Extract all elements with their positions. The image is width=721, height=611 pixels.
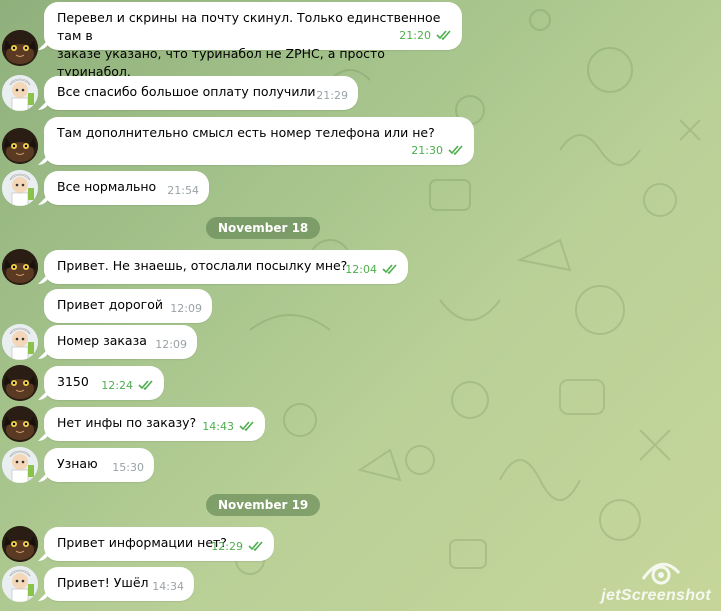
message-bubble[interactable]: Узнаю 15:30 — [44, 448, 154, 482]
message-bubble[interactable]: Привет дорогой 12:09 — [44, 289, 212, 323]
message-bubble[interactable]: 3150 12:24 — [44, 366, 164, 400]
message-bubble[interactable]: Номер заказа 12:09 — [44, 325, 197, 359]
message-timestamp: 12:09 — [155, 338, 187, 351]
avatar-cat[interactable] — [2, 365, 38, 401]
message-timestamp: 12:24 — [101, 379, 133, 392]
date-divider-nov-18: November 18 — [206, 217, 321, 239]
avatar-cat[interactable] — [2, 30, 38, 66]
watermark: jetScreenshot — [601, 587, 711, 604]
message-bubble[interactable]: Там дополнительно смысл есть номер телеф… — [44, 117, 474, 165]
message-timestamp: 14:43 — [202, 420, 234, 433]
date-divider-nov-19: November 19 — [206, 494, 321, 516]
read-double-check-icon — [138, 380, 153, 390]
message-bubble[interactable]: Привет информации нет? 12:29 — [44, 527, 274, 561]
avatar-doctor[interactable] — [2, 447, 38, 483]
message-time: 12:09 — [155, 336, 187, 354]
message-timestamp: 12:09 — [170, 302, 202, 315]
message-bubble[interactable]: Привет. Не знаешь, отослали посылку мне?… — [44, 250, 408, 284]
message-time: 15:30 — [112, 459, 144, 477]
message-time: 12:29 — [211, 538, 264, 556]
message-timestamp: 21:30 — [411, 144, 443, 157]
avatar-cat[interactable] — [2, 406, 38, 442]
message-bubble[interactable]: Все спасибо большое оплату получили 21:29 — [44, 76, 358, 110]
message-timestamp: 15:30 — [112, 461, 144, 474]
read-double-check-icon — [448, 145, 463, 155]
read-double-check-icon — [248, 541, 263, 551]
message-text: Все спасибо большое оплату получили — [57, 84, 316, 99]
message-time: 14:34 — [152, 578, 184, 596]
message-time: 12:04 — [345, 261, 398, 279]
avatar-doctor[interactable] — [2, 566, 38, 602]
message-time: 14:43 — [202, 418, 255, 436]
message-timestamp: 12:04 — [345, 263, 377, 276]
avatar-cat[interactable] — [2, 526, 38, 562]
message-text: Перевел и скрины на почту скинул. Только… — [57, 10, 441, 43]
avatar-doctor[interactable] — [2, 324, 38, 360]
message-time: 12:24 — [101, 377, 154, 395]
message-bubble[interactable]: Нет инфы по заказу? 14:43 — [44, 407, 265, 441]
message-time: 21:30 — [411, 142, 464, 160]
read-double-check-icon — [239, 421, 254, 431]
message-bubble[interactable]: Перевел и скрины на почту скинул. Только… — [44, 2, 462, 79]
message-bubble[interactable]: Привет! Ушёл 14:34 — [44, 567, 194, 601]
message-timestamp: 14:34 — [152, 580, 184, 593]
message-timestamp: 21:54 — [167, 184, 199, 197]
avatar-cat[interactable] — [2, 249, 38, 285]
read-double-check-icon — [436, 30, 451, 40]
message-timestamp: 12:29 — [211, 540, 243, 553]
chat-history[interactable]: Перевел и скрины на почту скинул. Только… — [0, 0, 721, 611]
message-timestamp: 21:29 — [316, 89, 348, 102]
avatar-doctor[interactable] — [2, 75, 38, 111]
message-time: 12:09 — [170, 300, 202, 318]
avatar-doctor[interactable] — [2, 170, 38, 206]
message-bubble[interactable]: Все нормально 21:54 — [44, 171, 209, 205]
read-double-check-icon — [382, 264, 397, 274]
message-time: 21:54 — [167, 182, 199, 200]
jetscreenshot-logo-icon — [641, 562, 681, 585]
message-timestamp: 21:20 — [399, 29, 431, 42]
message-text: Там дополнительно смысл есть номер телеф… — [57, 125, 435, 140]
avatar-cat[interactable] — [2, 128, 38, 164]
message-time: 21:29 — [316, 87, 348, 105]
message-time: 21:20 — [399, 27, 452, 45]
